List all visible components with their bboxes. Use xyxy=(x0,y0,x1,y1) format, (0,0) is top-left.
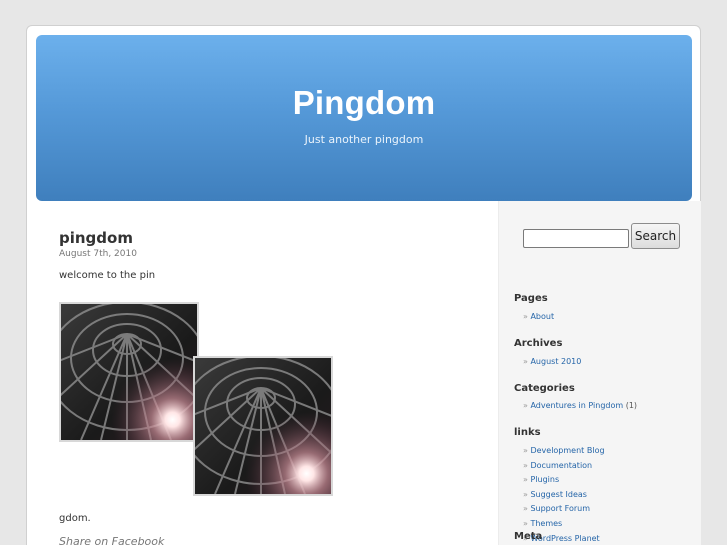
widget-title-pages: Pages xyxy=(514,293,548,304)
pages-list: » About xyxy=(523,310,554,325)
widget-title-categories: Categories xyxy=(514,383,575,394)
widget-title-meta: Meta xyxy=(514,531,543,542)
dome-photo-graphic xyxy=(61,304,197,440)
list-item: » Adventures in Pingdom (1) xyxy=(523,399,637,414)
dome-photo-graphic xyxy=(195,358,331,494)
bullet-icon: » xyxy=(523,401,528,410)
bullet-icon: » xyxy=(523,460,528,470)
blog-description: Just another pingdom xyxy=(304,133,424,146)
bullet-icon: » xyxy=(523,489,528,499)
list-item: » Suggest Ideas xyxy=(523,488,605,503)
list-item: » Support Forum xyxy=(523,502,605,517)
bullet-icon: » xyxy=(523,475,528,485)
list-item: » Development Blog xyxy=(523,444,605,459)
archives-list: » August 2010 xyxy=(523,355,581,370)
post-title[interactable]: pingdom xyxy=(59,229,133,247)
list-item: » Plugins xyxy=(523,473,605,488)
post-text-tail: gdom. xyxy=(59,513,91,524)
links-list: » Development Blog » Documentation » Plu… xyxy=(523,444,605,545)
sidebar: Search Pages » About Archives » August 2… xyxy=(498,201,701,545)
category-count: (1) xyxy=(625,401,638,410)
search-input[interactable] xyxy=(523,229,629,248)
list-item: » August 2010 xyxy=(523,355,581,370)
page-link-about[interactable]: About xyxy=(530,312,554,321)
post-image-dome-2[interactable] xyxy=(193,356,333,496)
categories-list: » Adventures in Pingdom (1) xyxy=(523,399,637,414)
list-item: » About xyxy=(523,310,554,325)
search-button[interactable]: Search xyxy=(631,223,680,249)
category-link-adventures[interactable]: Adventures in Pingdom xyxy=(530,401,623,410)
widget-title-links: links xyxy=(514,427,541,438)
bullet-icon: » xyxy=(523,312,528,321)
link-development-blog[interactable]: Development Blog xyxy=(530,446,604,455)
post-date: August 7th, 2010 xyxy=(59,249,137,259)
bullet-icon: » xyxy=(523,357,528,366)
share-on-facebook-link[interactable]: Share on Facebook xyxy=(59,535,164,545)
archive-link-august-2010[interactable]: August 2010 xyxy=(530,357,581,366)
post-text: welcome to the pin xyxy=(59,270,156,281)
link-documentation[interactable]: Documentation xyxy=(530,461,592,470)
bullet-icon: » xyxy=(523,446,528,455)
bullet-icon: » xyxy=(523,504,528,514)
main-content: pingdom August 7th, 2010 welcome to the … xyxy=(27,201,498,545)
link-support-forum[interactable]: Support Forum xyxy=(530,504,590,513)
list-item: » Documentation xyxy=(523,459,605,474)
bullet-icon: » xyxy=(523,518,528,528)
site-header: Pingdom Just another pingdom xyxy=(36,35,692,201)
blog-title[interactable]: Pingdom xyxy=(36,84,692,122)
link-suggest-ideas[interactable]: Suggest Ideas xyxy=(530,490,587,499)
post-image-dome-1[interactable] xyxy=(59,302,199,442)
link-plugins[interactable]: Plugins xyxy=(530,475,559,484)
widget-title-archives: Archives xyxy=(514,338,563,349)
link-themes[interactable]: Themes xyxy=(530,519,562,528)
list-item: » Themes xyxy=(523,517,605,532)
page-container: Pingdom Just another pingdom pingdom Aug… xyxy=(26,25,701,545)
